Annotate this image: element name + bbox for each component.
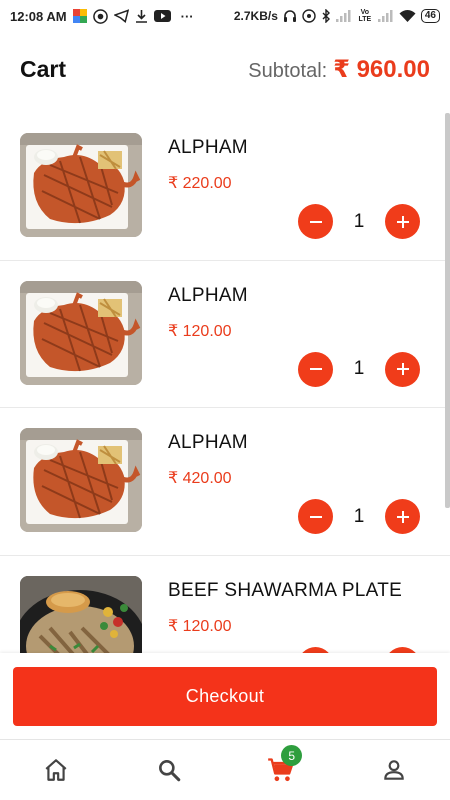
- decrease-quantity-button[interactable]: [298, 204, 333, 239]
- decrease-quantity-button[interactable]: [298, 499, 333, 534]
- nav-search[interactable]: [139, 745, 199, 795]
- item-price: ₹ 120.00: [168, 617, 232, 635]
- more-dots-icon: ···: [180, 8, 194, 24]
- increase-quantity-button[interactable]: [385, 204, 420, 239]
- minus-icon: [309, 515, 322, 518]
- item-name: BEEF SHAWARMA PLATE: [168, 579, 403, 601]
- minus-icon: [309, 220, 322, 223]
- nav-cart[interactable]: 5: [251, 745, 311, 795]
- status-bar: 12:08 AM ··· 2.7KB/s Vo LTE 46: [0, 0, 450, 32]
- quantity-stepper: 1: [298, 351, 420, 387]
- shawarma-plate-image: [20, 575, 142, 653]
- decrease-quantity-button[interactable]: [298, 351, 333, 387]
- telegram-icon: [113, 9, 129, 23]
- checkout-button[interactable]: Checkout: [13, 667, 437, 726]
- minus-icon: [309, 368, 322, 370]
- page-title: Cart: [20, 56, 67, 82]
- download-icon: [135, 9, 148, 23]
- cart-item[interactable]: BEEF SHAWARMA PLATE ₹ 120.00 1: [0, 556, 450, 653]
- bottom-navigation: 5: [0, 739, 450, 800]
- plus-icon: [396, 215, 409, 228]
- grilled-chicken-image: [20, 428, 142, 532]
- grilled-chicken-image: [20, 280, 142, 385]
- cart-header: Cart Subtotal: ₹ 960.00: [0, 32, 450, 107]
- wifi-icon: [399, 9, 416, 23]
- cart-item[interactable]: ALPHAM ₹ 220.00 1: [0, 113, 450, 261]
- battery-icon: 46: [420, 9, 440, 23]
- scrollbar[interactable]: [445, 113, 450, 508]
- grilled-chicken-image: [20, 133, 142, 237]
- youtube-icon: [153, 10, 171, 22]
- plus-icon: [396, 510, 409, 523]
- quantity-value: 1: [353, 505, 365, 527]
- item-price: ₹ 120.00: [168, 322, 232, 340]
- increase-quantity-button[interactable]: [385, 351, 420, 387]
- network-speed: 2.7KB/s: [233, 9, 278, 23]
- cart-count-badge: 5: [281, 745, 303, 766]
- subtotal: Subtotal: ₹ 960.00: [248, 55, 430, 84]
- status-time: 12:08 AM: [10, 8, 67, 24]
- home-icon: [45, 759, 67, 781]
- item-name: ALPHAM: [168, 432, 248, 453]
- bluetooth-icon: [321, 9, 331, 23]
- nav-profile[interactable]: [364, 745, 424, 795]
- plus-icon: [396, 363, 409, 375]
- hotspot-icon: [302, 9, 316, 23]
- photos-icon: [72, 9, 87, 23]
- quantity-stepper: 1: [298, 204, 420, 239]
- search-icon: [158, 760, 181, 782]
- quantity-value: 1: [353, 358, 365, 379]
- item-name: ALPHAM: [168, 284, 248, 306]
- volte-icon: Vo LTE: [358, 9, 372, 23]
- profile-icon: [383, 760, 404, 780]
- headphones-icon: [283, 9, 297, 23]
- item-name: ALPHAM: [168, 137, 248, 158]
- item-price: ₹ 220.00: [168, 175, 232, 192]
- item-price: ₹ 420.00: [168, 470, 232, 487]
- whatsapp-icon: [92, 8, 108, 24]
- checkout-bar: Checkout: [0, 653, 450, 739]
- cart-item[interactable]: ALPHAM ₹ 420.00 1: [0, 408, 450, 556]
- subtotal-label: Subtotal:: [248, 60, 328, 82]
- signal-icon: [335, 10, 352, 22]
- status-left: 12:08 AM ···: [10, 9, 194, 24]
- signal-icon: [377, 10, 394, 22]
- cart-list[interactable]: ALPHAM ₹ 220.00 1 ALPHAM ₹ 120.00 1 ALPH…: [0, 113, 450, 653]
- subtotal-value: ₹ 960.00: [333, 56, 430, 83]
- nav-home[interactable]: [26, 745, 86, 795]
- increase-quantity-button[interactable]: [385, 499, 420, 534]
- cart-item[interactable]: ALPHAM ₹ 120.00 1: [0, 261, 450, 408]
- status-right: 2.7KB/s Vo LTE 46: [234, 9, 440, 23]
- quantity-value: 1: [353, 210, 365, 232]
- quantity-stepper: 1: [298, 499, 420, 534]
